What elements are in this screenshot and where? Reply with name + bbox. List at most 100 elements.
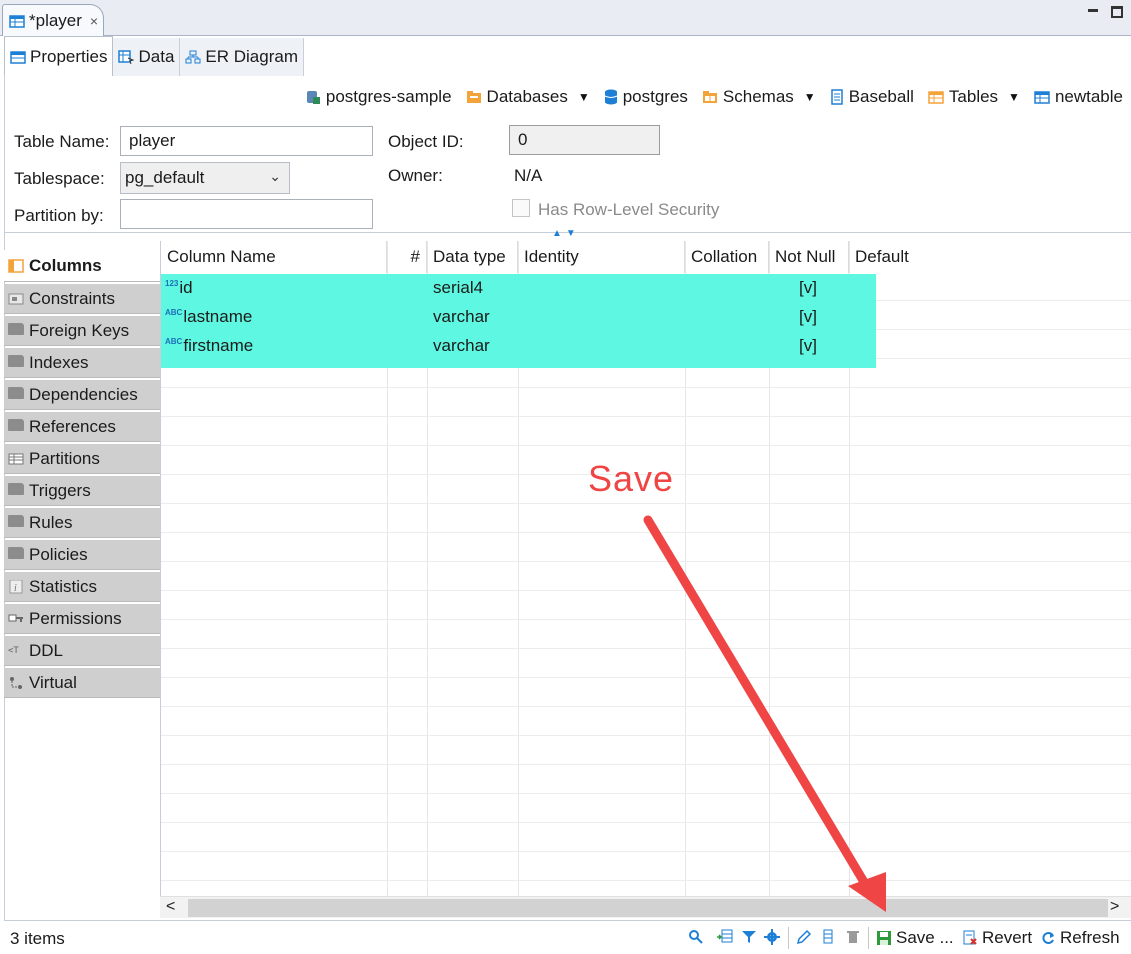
grid-divider	[161, 880, 1131, 881]
dropdown-arrow-icon[interactable]: ▼	[1008, 90, 1020, 104]
grid-divider	[161, 503, 1131, 504]
column-name-cell[interactable]: 123id	[165, 278, 193, 298]
delete-icon[interactable]	[846, 929, 860, 945]
tab-data[interactable]: Data	[113, 38, 181, 76]
column-name-cell[interactable]: ABClastname	[165, 307, 252, 327]
nav-item-ddl[interactable]: <T DDL	[4, 636, 160, 666]
edit-icon[interactable]	[796, 929, 812, 945]
grid-divider	[161, 561, 1131, 562]
data-type-cell[interactable]: varchar	[433, 307, 490, 327]
minimize-button[interactable]	[1088, 9, 1098, 12]
breadcrumb-schema[interactable]: Baseball	[830, 87, 914, 107]
nav-item-dependencies[interactable]: Dependencies	[4, 380, 160, 410]
scroll-right-icon[interactable]: >	[1110, 898, 1119, 916]
nav-item-references[interactable]: References	[4, 412, 160, 442]
tablespace-select[interactable]: pg_default ⌄	[120, 162, 290, 194]
column-header-datatype[interactable]: Data type	[427, 241, 518, 273]
breadcrumb-label: Databases	[486, 87, 568, 106]
section-nav: Columns Constraints Foreign Keys Indexes…	[4, 250, 160, 700]
tablespace-value: pg_default	[125, 168, 205, 187]
refresh-button[interactable]: Refresh	[1040, 928, 1120, 948]
nav-label: References	[29, 416, 116, 436]
filter-icon[interactable]	[741, 929, 757, 945]
table-icon	[10, 50, 26, 64]
svg-text:<T: <T	[8, 646, 19, 656]
nav-item-permissions[interactable]: Permissions	[4, 604, 160, 634]
table-name-input[interactable]: player	[120, 126, 373, 156]
data-type-cell[interactable]: serial4	[433, 278, 483, 298]
grid-divider	[161, 532, 1131, 533]
rls-checkbox[interactable]	[512, 199, 530, 217]
folder-icon	[8, 418, 24, 431]
chevron-down-icon: ⌄	[269, 168, 281, 184]
breadcrumb-label: Tables	[948, 87, 999, 106]
not-null-cell[interactable]: [v]	[799, 278, 817, 298]
grid-divider	[161, 793, 1131, 794]
breadcrumb-database[interactable]: postgres	[604, 87, 688, 107]
breadcrumb-databases[interactable]: Databases	[466, 87, 568, 107]
nav-label: Triggers	[29, 480, 91, 500]
nav-item-partitions[interactable]: Partitions	[4, 444, 160, 474]
nav-item-columns[interactable]: Columns	[4, 250, 160, 282]
horizontal-scrollbar[interactable]: < >	[160, 896, 1131, 918]
folder-icon	[928, 91, 944, 104]
collapse-arrows-icon[interactable]: ▲▼	[552, 228, 580, 239]
column-header-notnull[interactable]: Not Null	[769, 241, 849, 273]
not-null-cell[interactable]: [v]	[799, 307, 817, 327]
partition-input[interactable]	[120, 199, 373, 229]
items-count: 3 items	[10, 929, 65, 948]
nav-item-foreign-keys[interactable]: Foreign Keys	[4, 316, 160, 346]
close-icon[interactable]: ×	[90, 13, 98, 29]
add-column-icon[interactable]	[716, 929, 734, 945]
breadcrumb-connection[interactable]: postgres-sample	[305, 87, 452, 107]
tab-properties[interactable]: Properties	[4, 36, 114, 76]
add-row-icon[interactable]	[822, 929, 834, 945]
nav-item-virtual[interactable]: Virtual	[4, 668, 160, 698]
editor-tab-title: *player	[29, 10, 82, 30]
nav-item-constraints[interactable]: Constraints	[4, 284, 160, 314]
column-header-identity[interactable]: Identity	[518, 241, 685, 273]
grid-divider	[161, 648, 1131, 649]
column-header-default[interactable]: Default	[849, 241, 969, 273]
breadcrumb-schemas[interactable]: Schemas	[702, 87, 794, 107]
search-icon[interactable]	[688, 929, 704, 945]
gear-icon[interactable]	[764, 929, 780, 945]
scroll-thumb[interactable]	[188, 899, 1108, 917]
column-name-text: lastname	[183, 307, 253, 326]
nav-item-rules[interactable]: Rules	[4, 508, 160, 538]
nav-item-triggers[interactable]: Triggers	[4, 476, 160, 506]
folder-icon	[8, 354, 24, 367]
dropdown-arrow-icon[interactable]: ▼	[804, 90, 816, 104]
rls-label: Has Row-Level Security	[538, 200, 720, 219]
revert-button[interactable]: Revert	[962, 928, 1032, 948]
breadcrumb-label: postgres-sample	[325, 87, 452, 106]
nav-item-policies[interactable]: Policies	[4, 540, 160, 570]
object-id-label: Object ID:	[388, 132, 464, 151]
table-icon	[9, 14, 25, 28]
grid-divider	[161, 387, 1131, 388]
nav-item-indexes[interactable]: Indexes	[4, 348, 160, 378]
nav-label: Policies	[29, 544, 88, 564]
nav-label: Constraints	[29, 288, 115, 308]
save-button[interactable]: Save ...	[876, 928, 954, 948]
column-name-cell[interactable]: ABCfirstname	[165, 336, 253, 356]
breadcrumb-table[interactable]: newtable	[1034, 87, 1123, 107]
database-icon	[604, 89, 617, 105]
grid-divider	[161, 735, 1131, 736]
breadcrumb-tables[interactable]: Tables	[928, 87, 998, 107]
column-header-name[interactable]: Column Name	[161, 241, 387, 273]
tab-er-diagram[interactable]: ER Diagram	[180, 38, 304, 76]
column-header-index[interactable]: #	[387, 241, 427, 273]
folder-icon	[8, 514, 24, 527]
scroll-left-icon[interactable]: <	[166, 898, 175, 916]
maximize-button[interactable]	[1111, 6, 1123, 18]
not-null-cell[interactable]: [v]	[799, 336, 817, 356]
column-header-collation[interactable]: Collation	[685, 241, 769, 273]
nav-item-statistics[interactable]: i Statistics	[4, 572, 160, 602]
dropdown-arrow-icon[interactable]: ▼	[578, 90, 590, 104]
editor-tab-player[interactable]: *player ×	[2, 4, 104, 36]
owner-label: Owner:	[388, 166, 443, 185]
schema-icon	[830, 89, 843, 105]
data-type-cell[interactable]: varchar	[433, 336, 490, 356]
toolbar-separator	[868, 927, 869, 949]
